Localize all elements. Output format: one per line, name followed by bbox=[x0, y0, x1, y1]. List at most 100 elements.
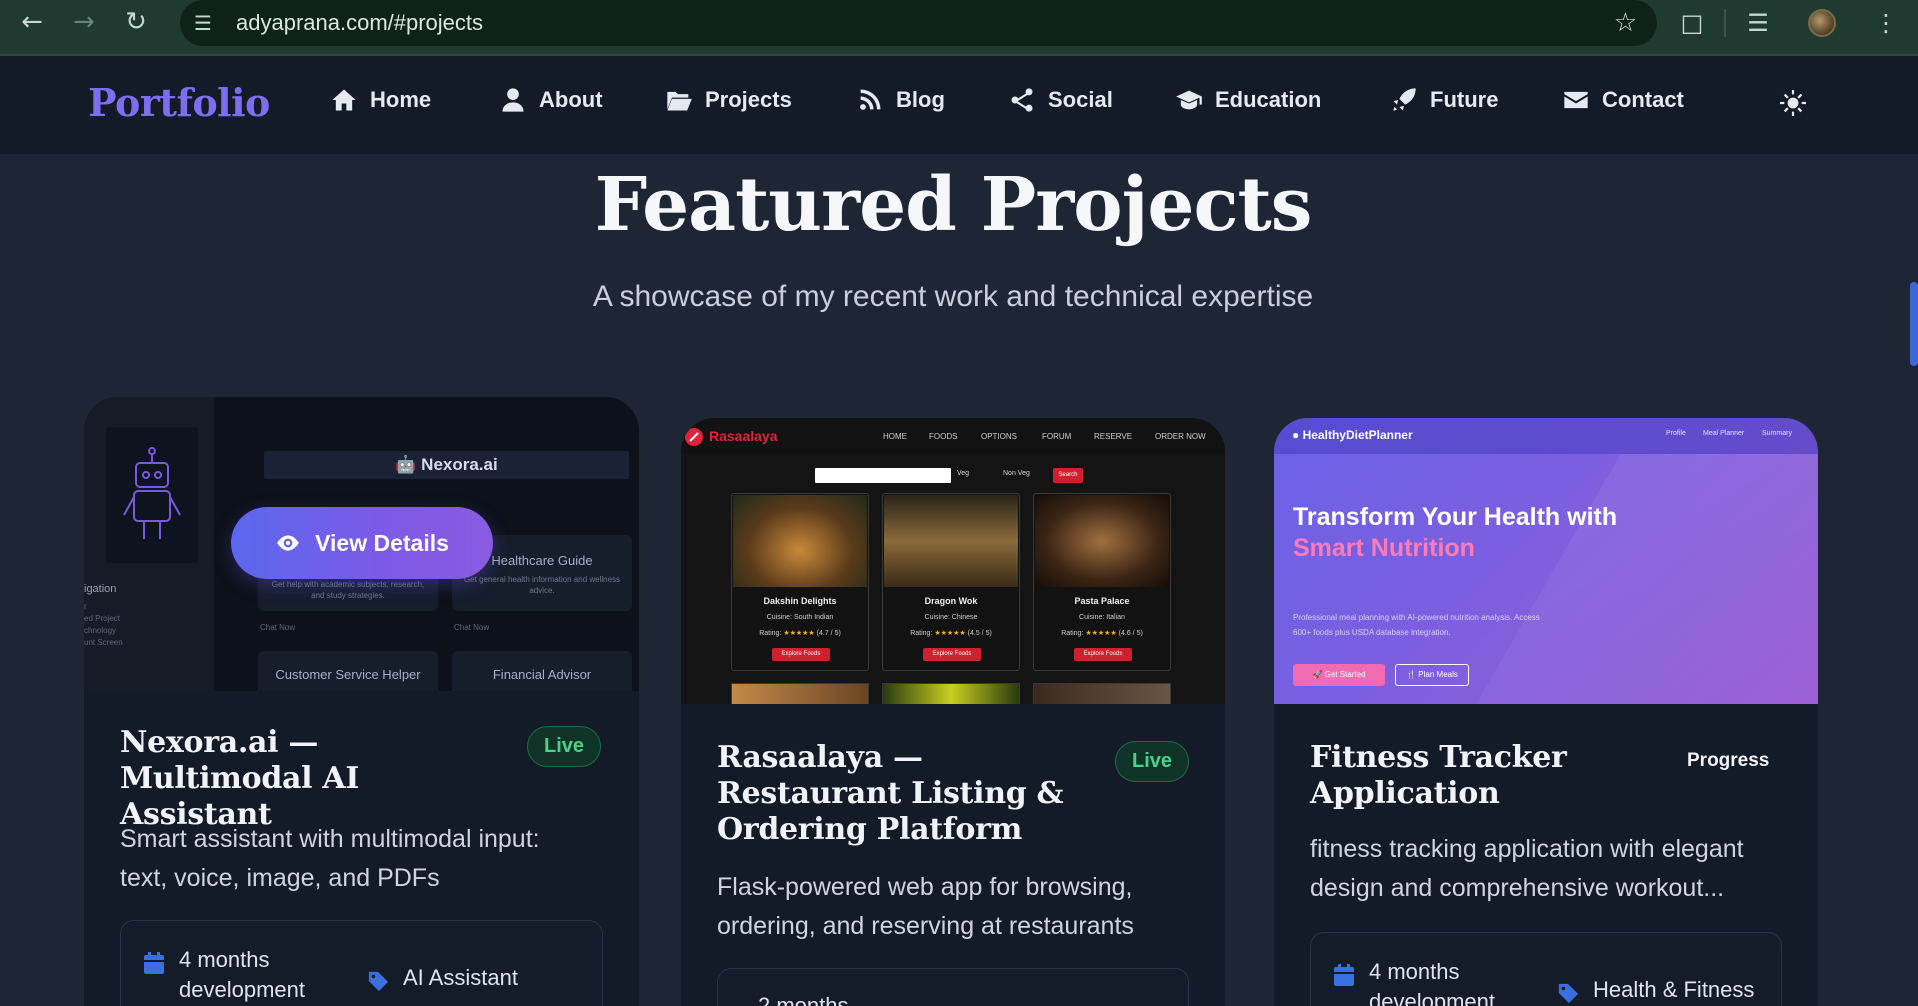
rating-label: Rating: bbox=[1061, 630, 1084, 637]
preview-sidebar-item: r bbox=[84, 602, 87, 611]
menu-kebab-icon[interactable]: ⋮ bbox=[1854, 9, 1918, 37]
preview-link: Profile bbox=[1666, 430, 1686, 437]
page-scrollbar[interactable] bbox=[1910, 282, 1918, 366]
restaurant-cuisine: Cuisine: Italian bbox=[1079, 614, 1125, 621]
preview-sidebar-item: unt Screen bbox=[84, 638, 123, 647]
preview-get-started: 🚀 Get Started bbox=[1293, 664, 1385, 686]
nav-item-blog[interactable]: Blog bbox=[856, 86, 945, 114]
project-meta: 2 months bbox=[717, 968, 1189, 1006]
profile-avatar[interactable] bbox=[1790, 9, 1854, 37]
preview-paragraph: Professional meal planning with AI-power… bbox=[1293, 613, 1540, 637]
preview-restaurant-card: Dragon Wok Cuisine: Chinese Rating: ★★★★… bbox=[882, 493, 1020, 671]
view-details-button[interactable]: View Details bbox=[231, 507, 493, 579]
media-queue-icon[interactable]: ☰ bbox=[1726, 9, 1790, 37]
preview-tile-title: Financial Advisor bbox=[492, 667, 592, 682]
project-description: Flask-powered web app for browsing, orde… bbox=[717, 873, 1134, 940]
avatar[interactable] bbox=[1808, 9, 1836, 37]
project-card-rasaalaya[interactable]: Rasaalaya HOME FOODS OPTIONS FORUM RESER… bbox=[681, 418, 1225, 1006]
rating-value: (4.6 / 5) bbox=[1118, 630, 1143, 637]
rating-value: (4.7 / 5) bbox=[816, 630, 841, 637]
nav-item-projects[interactable]: Projects bbox=[665, 86, 792, 114]
nav-label: Blog bbox=[896, 87, 945, 112]
tag-icon bbox=[368, 971, 389, 992]
browser-toolbar: ← → ↻ ☰ adyaprana.com/#projects ☆ □ ☰ ⋮ bbox=[0, 0, 1918, 56]
preview-menu-item: OPTIONS bbox=[981, 432, 1018, 441]
preview-menu-item: FORUM bbox=[1042, 432, 1072, 441]
graduation-cap-icon bbox=[1176, 90, 1202, 110]
restaurant-name: Dragon Wok bbox=[924, 596, 978, 606]
preview-restaurant-card: Dakshin Delights Cuisine: South Indian R… bbox=[731, 493, 869, 671]
project-card-body: Nexora.ai — Multimodal AI Assistant Live… bbox=[84, 691, 639, 1006]
forward-icon[interactable]: → bbox=[58, 0, 110, 44]
project-duration: 4 months development bbox=[1333, 957, 1513, 1006]
nav-label: About bbox=[539, 87, 603, 112]
view-details-label: View Details bbox=[315, 529, 449, 556]
headline-main: Transform Your Health with bbox=[1293, 503, 1618, 531]
project-card-body: Fitness Tracker Application Progress fit… bbox=[1274, 704, 1818, 1006]
rocket-icon bbox=[1393, 88, 1416, 111]
sun-icon bbox=[1780, 90, 1806, 116]
theme-toggle-button[interactable] bbox=[1780, 90, 1808, 118]
rating-label: Rating: bbox=[759, 630, 782, 637]
preview-sidebar-item: chnology bbox=[84, 626, 117, 635]
rating-stars: ★★★★★ bbox=[783, 630, 815, 637]
restaurant-name: Dakshin Delights bbox=[763, 596, 837, 606]
preview-restaurant-card-partial bbox=[731, 683, 869, 704]
preview-restaurant-card: Pasta Palace Cuisine: Italian Rating: ★★… bbox=[1033, 493, 1171, 671]
category-text: Health & Fitness bbox=[1593, 977, 1755, 1002]
project-meta: 4 months development AI Assistant bbox=[120, 920, 603, 1006]
site-settings-icon[interactable]: ☰ bbox=[180, 0, 226, 46]
preview-menu-item: FOODS bbox=[929, 432, 958, 441]
nav-item-contact[interactable]: Contact bbox=[1562, 86, 1684, 114]
nav-label: Contact bbox=[1602, 87, 1684, 112]
nav-item-social[interactable]: Social bbox=[1008, 86, 1113, 114]
site-header: Portfolio Home About Projects Blog Socia… bbox=[0, 56, 1918, 154]
project-title: Nexora.ai — Multimodal AI Assistant bbox=[120, 725, 360, 832]
preview-headline: Transform Your Health with Smart Nutriti… bbox=[1293, 502, 1623, 564]
brand-logo[interactable]: Portfolio bbox=[88, 80, 270, 125]
project-card-fitness[interactable]: ● HealthyDietPlanner Profile Meal Planne… bbox=[1274, 418, 1818, 1006]
rating-stars: ★★★★★ bbox=[934, 630, 966, 637]
project-description: fitness tracking application with elegan… bbox=[1310, 835, 1744, 902]
browser-actions: □ ☰ ⋮ bbox=[1660, 0, 1918, 46]
nav-label: Social bbox=[1048, 87, 1113, 112]
bookmark-star-icon[interactable]: ☆ bbox=[1614, 8, 1637, 38]
nav-item-future[interactable]: Future bbox=[1390, 86, 1498, 114]
duration-text: 4 months development bbox=[179, 947, 305, 1002]
headline-accent: Smart Nutrition bbox=[1293, 534, 1475, 562]
status-badge: Live bbox=[1115, 741, 1190, 782]
restaurant-logo-icon bbox=[685, 428, 703, 446]
nav-item-home[interactable]: Home bbox=[330, 86, 431, 114]
project-preview-image: igation r ed Project chnology unt Screen… bbox=[84, 397, 639, 701]
preview-tile-title: Customer Service Helper bbox=[275, 667, 421, 682]
address-bar[interactable]: ☰ adyaprana.com/#projects ☆ bbox=[180, 0, 1657, 46]
share-icon bbox=[1011, 88, 1033, 112]
back-icon[interactable]: ← bbox=[6, 0, 58, 44]
reload-icon[interactable]: ↻ bbox=[110, 0, 162, 44]
apple-icon: ● bbox=[1292, 428, 1303, 442]
project-title: Rasaalaya — Restaurant Listing & Orderin… bbox=[717, 740, 1064, 847]
nav-label: Home bbox=[370, 87, 432, 112]
preview-restaurant-card-partial bbox=[1033, 683, 1171, 704]
url-text[interactable]: adyaprana.com/#projects bbox=[236, 10, 483, 36]
preview-brand-text: HealthyDietPlanner bbox=[1302, 428, 1413, 442]
restaurant-photo bbox=[1035, 495, 1169, 587]
preview-tile-desc: Get help with academic subjects, researc… bbox=[271, 580, 425, 600]
preview-sidebar-heading: igation bbox=[84, 583, 117, 595]
extensions-icon[interactable]: □ bbox=[1660, 9, 1724, 37]
folder-open-icon bbox=[667, 91, 692, 111]
project-category: Health & Fitness bbox=[1557, 975, 1754, 1005]
nav-item-about[interactable]: About bbox=[499, 86, 603, 114]
preview-brand: Rasaalaya bbox=[709, 428, 778, 444]
preview-filter: Veg bbox=[957, 470, 970, 477]
project-duration: 4 months development bbox=[143, 945, 323, 1005]
preview-sidebar: igation r ed Project chnology unt Screen bbox=[84, 397, 214, 691]
project-card-nexora[interactable]: igation r ed Project chnology unt Screen… bbox=[84, 397, 639, 1006]
project-title: Fitness Tracker Application bbox=[1310, 740, 1567, 811]
calendar-icon bbox=[144, 952, 164, 974]
rating-value: (4.5 / 5) bbox=[967, 630, 992, 637]
nav-label: Projects bbox=[705, 87, 792, 112]
category-text: AI Assistant bbox=[403, 965, 518, 990]
nav-item-education[interactable]: Education bbox=[1175, 86, 1321, 114]
restaurant-name: Pasta Palace bbox=[1074, 596, 1130, 606]
